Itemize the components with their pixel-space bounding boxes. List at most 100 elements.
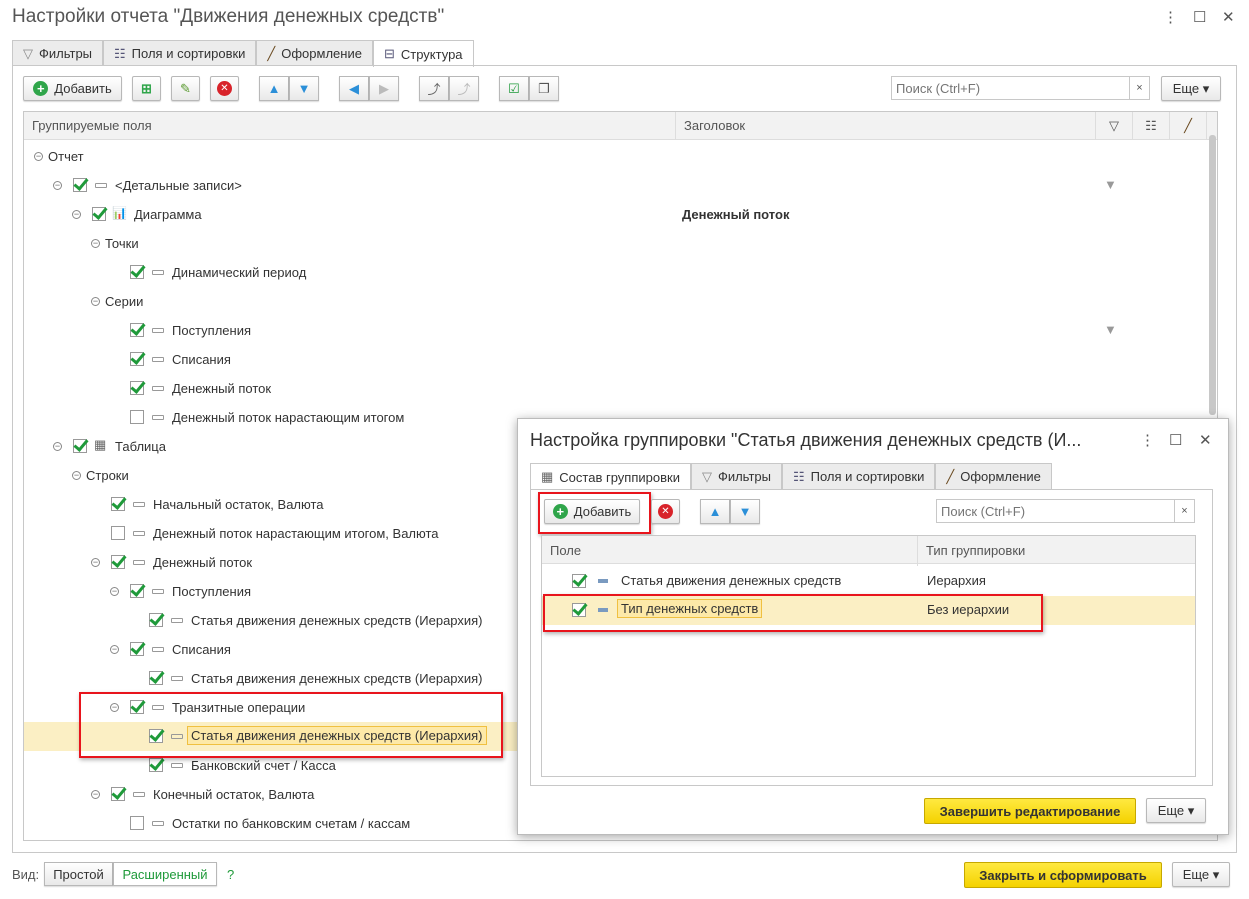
tree-row[interactable]: Денежный поток bbox=[24, 374, 1217, 403]
collapse-toggle-icon[interactable]: − bbox=[53, 181, 62, 190]
table-row[interactable]: Статья движения денежных средств Иерархи… bbox=[542, 567, 1195, 596]
group-ops: ⤴ ⤴ bbox=[419, 76, 479, 101]
dialog-move-up-button[interactable]: ▲ bbox=[700, 499, 730, 524]
tab-fields-sorting[interactable]: ☷ Поля и сортировки bbox=[103, 40, 257, 66]
scrollbar[interactable] bbox=[1209, 135, 1216, 415]
row-checkbox[interactable] bbox=[111, 555, 125, 569]
uncheck-all-button[interactable]: ❐ bbox=[529, 76, 559, 101]
row-checkbox[interactable] bbox=[130, 265, 144, 279]
dialog-tab-filters[interactable]: ▽ Фильтры bbox=[690, 463, 782, 489]
row-checkbox[interactable] bbox=[73, 439, 87, 453]
dialog-more-button[interactable]: Еще ▾ bbox=[1146, 798, 1206, 823]
more-button[interactable]: Еще ▾ bbox=[1161, 76, 1221, 101]
dialog-tab-composition[interactable]: ▦ Состав группировки bbox=[530, 463, 691, 490]
tab-filters[interactable]: ▽ Фильтры bbox=[12, 40, 104, 66]
tree-row-label: <Детальные записи> bbox=[115, 178, 242, 193]
dialog-search-field[interactable]: × bbox=[936, 499, 1195, 523]
sort-column-icon[interactable]: ☷ bbox=[1133, 112, 1170, 140]
maximize-icon[interactable]: ☐ bbox=[1193, 8, 1206, 26]
row-checkbox[interactable] bbox=[92, 207, 106, 221]
move-up-button[interactable]: ▲ bbox=[259, 76, 289, 101]
collapse-toggle-icon[interactable]: − bbox=[72, 471, 81, 480]
collapse-toggle-icon[interactable]: − bbox=[34, 152, 43, 161]
brush-column-icon[interactable]: ╱ bbox=[1170, 112, 1207, 140]
tree-row[interactable]: − <Детальные записи> ▼ bbox=[24, 171, 1217, 200]
collapse-toggle-icon[interactable]: − bbox=[72, 210, 81, 219]
tab-appearance[interactable]: ╱ Оформление bbox=[256, 40, 373, 66]
dialog-clear-search-button[interactable]: × bbox=[1174, 500, 1194, 522]
move-down-button[interactable]: ▼ bbox=[289, 76, 319, 101]
view-simple-button[interactable]: Простой bbox=[44, 862, 113, 886]
row-checkbox[interactable] bbox=[111, 497, 125, 511]
column-field[interactable]: Поле bbox=[542, 536, 918, 566]
footer-more-button[interactable]: Еще ▾ bbox=[1172, 862, 1230, 887]
ungroup-button[interactable]: ⤴ bbox=[449, 76, 479, 101]
dialog-search-input[interactable] bbox=[937, 503, 1174, 519]
search-field[interactable]: × bbox=[891, 76, 1150, 100]
row-checkbox[interactable] bbox=[572, 574, 586, 588]
column-grouped-fields[interactable]: Группируемые поля bbox=[24, 112, 676, 140]
filter-column-icon[interactable]: ▽ bbox=[1096, 112, 1133, 140]
dialog-tab-fields-sorting[interactable]: ☷ Поля и сортировки bbox=[781, 463, 936, 489]
column-grouping-type[interactable]: Тип группировки bbox=[918, 536, 1195, 566]
row-checkbox[interactable] bbox=[73, 178, 87, 192]
tab-structure[interactable]: ⊟ Структура bbox=[372, 40, 474, 67]
row-checkbox[interactable] bbox=[111, 526, 125, 540]
tree-row[interactable]: − Точки bbox=[24, 229, 1217, 258]
row-checkbox[interactable] bbox=[130, 584, 144, 598]
row-highlight-frame bbox=[543, 594, 1043, 632]
check-all-button[interactable]: ☑ bbox=[499, 76, 529, 101]
tree-row[interactable]: − Отчет bbox=[24, 142, 1217, 171]
row-checkbox[interactable] bbox=[130, 410, 144, 424]
dialog-tab-appearance[interactable]: ╱ Оформление bbox=[935, 463, 1052, 489]
level-down-button[interactable]: ▶ bbox=[369, 76, 399, 101]
level-up-button[interactable]: ◀ bbox=[339, 76, 369, 101]
group-icon: ⤴ bbox=[427, 82, 441, 97]
clear-search-button[interactable]: × bbox=[1129, 77, 1149, 99]
collapse-toggle-icon[interactable]: − bbox=[110, 645, 119, 654]
delete-button[interactable]: ✕ bbox=[210, 76, 239, 101]
add-button[interactable]: + Добавить bbox=[23, 76, 122, 101]
add-grouping-button[interactable]: ⊞ bbox=[132, 76, 161, 101]
row-checkbox[interactable] bbox=[149, 613, 163, 627]
row-checkbox[interactable] bbox=[130, 323, 144, 337]
dialog-delete-button[interactable]: ✕ bbox=[651, 499, 680, 524]
dialog-close-icon[interactable]: ✕ bbox=[1199, 431, 1212, 449]
row-checkbox[interactable] bbox=[149, 671, 163, 685]
search-input[interactable] bbox=[892, 80, 1129, 96]
close-icon[interactable]: ✕ bbox=[1222, 8, 1235, 26]
pencil-icon: ✎ bbox=[180, 80, 191, 96]
row-checkbox[interactable] bbox=[130, 352, 144, 366]
row-checkbox[interactable] bbox=[130, 642, 144, 656]
column-title[interactable]: Заголовок bbox=[676, 112, 1096, 140]
tree-row[interactable]: − Серии bbox=[24, 287, 1217, 316]
tree-row[interactable]: − 📊 Диаграмма Денежный поток bbox=[24, 200, 1217, 229]
filter-icon[interactable]: ▼ bbox=[1104, 177, 1117, 192]
finish-editing-button[interactable]: Завершить редактирование bbox=[924, 798, 1136, 824]
arrow-right-icon: ▶ bbox=[379, 80, 389, 96]
collapse-toggle-icon[interactable]: − bbox=[91, 558, 100, 567]
more-menu-icon[interactable]: ⋮ bbox=[1163, 8, 1178, 26]
close-and-generate-button[interactable]: Закрыть и сформировать bbox=[964, 862, 1162, 888]
row-checkbox[interactable] bbox=[149, 758, 163, 772]
dialog-maximize-icon[interactable]: ☐ bbox=[1169, 431, 1182, 449]
collapse-toggle-icon[interactable]: − bbox=[91, 790, 100, 799]
group-button[interactable]: ⤴ bbox=[419, 76, 449, 101]
filter-icon[interactable]: ▼ bbox=[1104, 322, 1117, 337]
row-checkbox[interactable] bbox=[130, 816, 144, 830]
edit-button[interactable]: ✎ bbox=[171, 76, 200, 101]
help-link[interactable]: ? bbox=[227, 867, 234, 882]
tree-row[interactable]: Динамический период bbox=[24, 258, 1217, 287]
chart-icon: 📊 bbox=[112, 206, 127, 220]
dialog-menu-icon[interactable]: ⋮ bbox=[1140, 431, 1155, 449]
dialog-move-down-button[interactable]: ▼ bbox=[730, 499, 760, 524]
collapse-toggle-icon[interactable]: − bbox=[53, 442, 62, 451]
tree-row[interactable]: Списания bbox=[24, 345, 1217, 374]
row-checkbox[interactable] bbox=[111, 787, 125, 801]
row-checkbox[interactable] bbox=[130, 381, 144, 395]
view-advanced-button[interactable]: Расширенный bbox=[113, 862, 217, 886]
collapse-toggle-icon[interactable]: − bbox=[91, 239, 100, 248]
collapse-toggle-icon[interactable]: − bbox=[91, 297, 100, 306]
tree-row[interactable]: Поступления ▼ bbox=[24, 316, 1217, 345]
collapse-toggle-icon[interactable]: − bbox=[110, 587, 119, 596]
